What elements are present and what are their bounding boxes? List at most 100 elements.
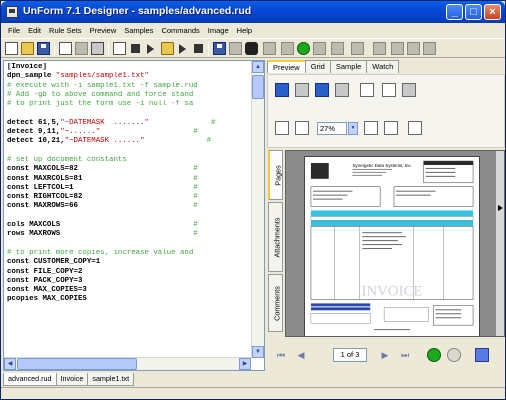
scroll-up-icon[interactable]: ▲ (252, 61, 264, 73)
new-file-icon[interactable] (5, 42, 18, 55)
hand-tool-icon[interactable] (360, 83, 374, 97)
page-icon[interactable] (113, 42, 126, 55)
code-line[interactable]: const LEFTCOL=1 # (7, 184, 250, 193)
next-icon[interactable] (179, 44, 186, 54)
tab-preview[interactable]: Preview (267, 60, 306, 73)
maximize-button[interactable]: □ (465, 4, 482, 20)
code-line[interactable] (7, 212, 250, 221)
zoom-in-icon[interactable] (275, 121, 289, 135)
code-line[interactable]: detect 61,5,"~DATEMASK ......." # (7, 119, 250, 128)
fit-page-icon[interactable] (295, 121, 309, 135)
first-icon[interactable] (131, 44, 140, 53)
last-page-icon[interactable]: ⏭ (399, 349, 411, 361)
viewer-scrollbar[interactable] (496, 151, 504, 336)
code-line[interactable]: const MAXCOLS=82 # (7, 165, 250, 174)
title-bar[interactable]: UnForm 7.1 Designer - samples/advanced.r… (1, 1, 505, 23)
scroll-left-icon[interactable]: ◀ (4, 358, 16, 370)
code-line[interactable]: # to print just the form use -i null -f … (7, 100, 250, 109)
editor-horizontal-scrollbar[interactable]: ◀ ▶ (4, 357, 251, 370)
tab-sample[interactable]: Sample (329, 60, 368, 73)
go-forward-icon[interactable] (447, 348, 461, 362)
code-line[interactable]: [Invoice] (7, 63, 250, 72)
select-text-icon[interactable] (382, 83, 396, 97)
tab-sample1-txt[interactable]: sample1.txt (87, 373, 135, 386)
open-sample-icon[interactable] (161, 42, 174, 55)
nav-next-icon[interactable] (407, 42, 420, 55)
tab-pages[interactable]: Pages (268, 150, 283, 200)
print-icon[interactable] (295, 83, 309, 97)
minimize-button[interactable]: _ (446, 4, 463, 20)
align-icon[interactable] (263, 42, 276, 55)
zoom-icon[interactable] (351, 42, 364, 55)
code-line[interactable]: # execute with -i sample1.txt -f sample.… (7, 82, 250, 91)
tab-grid[interactable]: Grid (304, 60, 331, 73)
go-back-icon[interactable] (427, 348, 441, 362)
run-icon[interactable] (213, 42, 226, 55)
code-line[interactable]: const MAXRCOLS=81 # (7, 175, 250, 184)
code-line[interactable]: const PACK_COPY=3 (7, 277, 250, 286)
nav-first-icon[interactable] (373, 42, 386, 55)
code-line[interactable]: # to print more copies, increase value a… (7, 249, 250, 258)
previous-page-icon[interactable]: ◀ (295, 349, 307, 361)
zoom-field[interactable]: 27% (317, 122, 347, 135)
tab-comments[interactable]: Comments (268, 274, 283, 332)
code-line[interactable]: const FILE_COPY=2 (7, 268, 250, 277)
scroll-thumb[interactable] (17, 358, 137, 370)
zoom-minus-icon[interactable] (384, 121, 398, 135)
scroll-right-icon[interactable]: ▶ (239, 358, 251, 370)
tab-advanced-rud[interactable]: advanced.rud (3, 373, 57, 386)
menu-rule-sets[interactable]: Rule Sets (45, 26, 86, 35)
editor-vertical-scrollbar[interactable]: ▲ ▼ (251, 61, 264, 358)
previous-icon[interactable] (147, 44, 154, 54)
document-viewer[interactable]: Synergetic Data Systems, Inc. INVOICE (285, 150, 505, 337)
code-line[interactable]: # Add -gb to above command and force sta… (7, 91, 250, 100)
menu-commands[interactable]: Commands (157, 26, 203, 35)
properties-icon[interactable] (59, 42, 72, 55)
code-line[interactable]: const MAXROWS=66 # (7, 202, 250, 211)
nav-prev-icon[interactable] (391, 42, 404, 55)
zoom-dropdown-icon[interactable]: ▼ (348, 122, 358, 135)
snapshot-icon[interactable] (402, 83, 416, 97)
rotate-icon[interactable] (408, 121, 422, 135)
code-line[interactable]: const RIGHTCOL=82 # (7, 193, 250, 202)
save-icon[interactable] (37, 42, 50, 55)
code-editor[interactable]: [Invoice] dpn_sample "samples/sample1.txt… (3, 60, 265, 371)
list-icon[interactable] (229, 42, 242, 55)
code-text[interactable]: [Invoice] dpn_sample "samples/sample1.txt… (7, 63, 250, 305)
code-line[interactable] (7, 240, 250, 249)
menu-image[interactable]: Image (204, 26, 233, 35)
code-line[interactable]: # set up document constants (7, 156, 250, 165)
code-line[interactable]: rows MAXROWS # (7, 230, 250, 239)
code-line[interactable]: const CUSTOMER_COPY=1 (7, 258, 250, 267)
code-line[interactable]: detect 10,21,"~DATEMASK ......" # (7, 137, 250, 146)
menu-samples[interactable]: Samples (120, 26, 157, 35)
menu-preview[interactable]: Preview (86, 26, 121, 35)
first-page-icon[interactable]: ⏮ (275, 349, 287, 361)
redo-icon[interactable] (281, 42, 294, 55)
code-line[interactable]: pcopies MAX_COPIES (7, 295, 250, 304)
tab-invoice[interactable]: Invoice (55, 373, 89, 386)
code-line[interactable]: dpn_sample "samples/sample1.txt" (7, 72, 250, 81)
undo-icon[interactable] (75, 42, 88, 55)
code-line[interactable]: detect 9,11,"~......" # (7, 128, 250, 137)
tab-watch[interactable]: Watch (366, 60, 400, 73)
go-icon[interactable] (297, 42, 310, 55)
code-line[interactable] (7, 109, 250, 118)
tab-attachments[interactable]: Attachments (268, 202, 283, 272)
print-icon[interactable] (91, 42, 104, 55)
save-icon[interactable] (275, 83, 289, 97)
scroll-thumb[interactable] (252, 75, 264, 99)
page-number-field[interactable]: 1 of 3 (333, 348, 367, 362)
code-line[interactable]: const MAX_COPIES=3 (7, 286, 250, 295)
last-icon[interactable] (194, 44, 203, 53)
page-view-icon[interactable] (475, 348, 489, 362)
menu-file[interactable]: File (4, 26, 24, 35)
close-button[interactable]: × (484, 4, 501, 20)
viewer-scroll-arrow-icon[interactable] (498, 205, 503, 211)
nav-last-icon[interactable] (423, 42, 436, 55)
scroll-down-icon[interactable]: ▼ (252, 346, 264, 358)
zoom-plus-icon[interactable] (364, 121, 378, 135)
find-icon[interactable] (335, 83, 349, 97)
code-line[interactable] (7, 147, 250, 156)
open-folder-icon[interactable] (21, 42, 34, 55)
